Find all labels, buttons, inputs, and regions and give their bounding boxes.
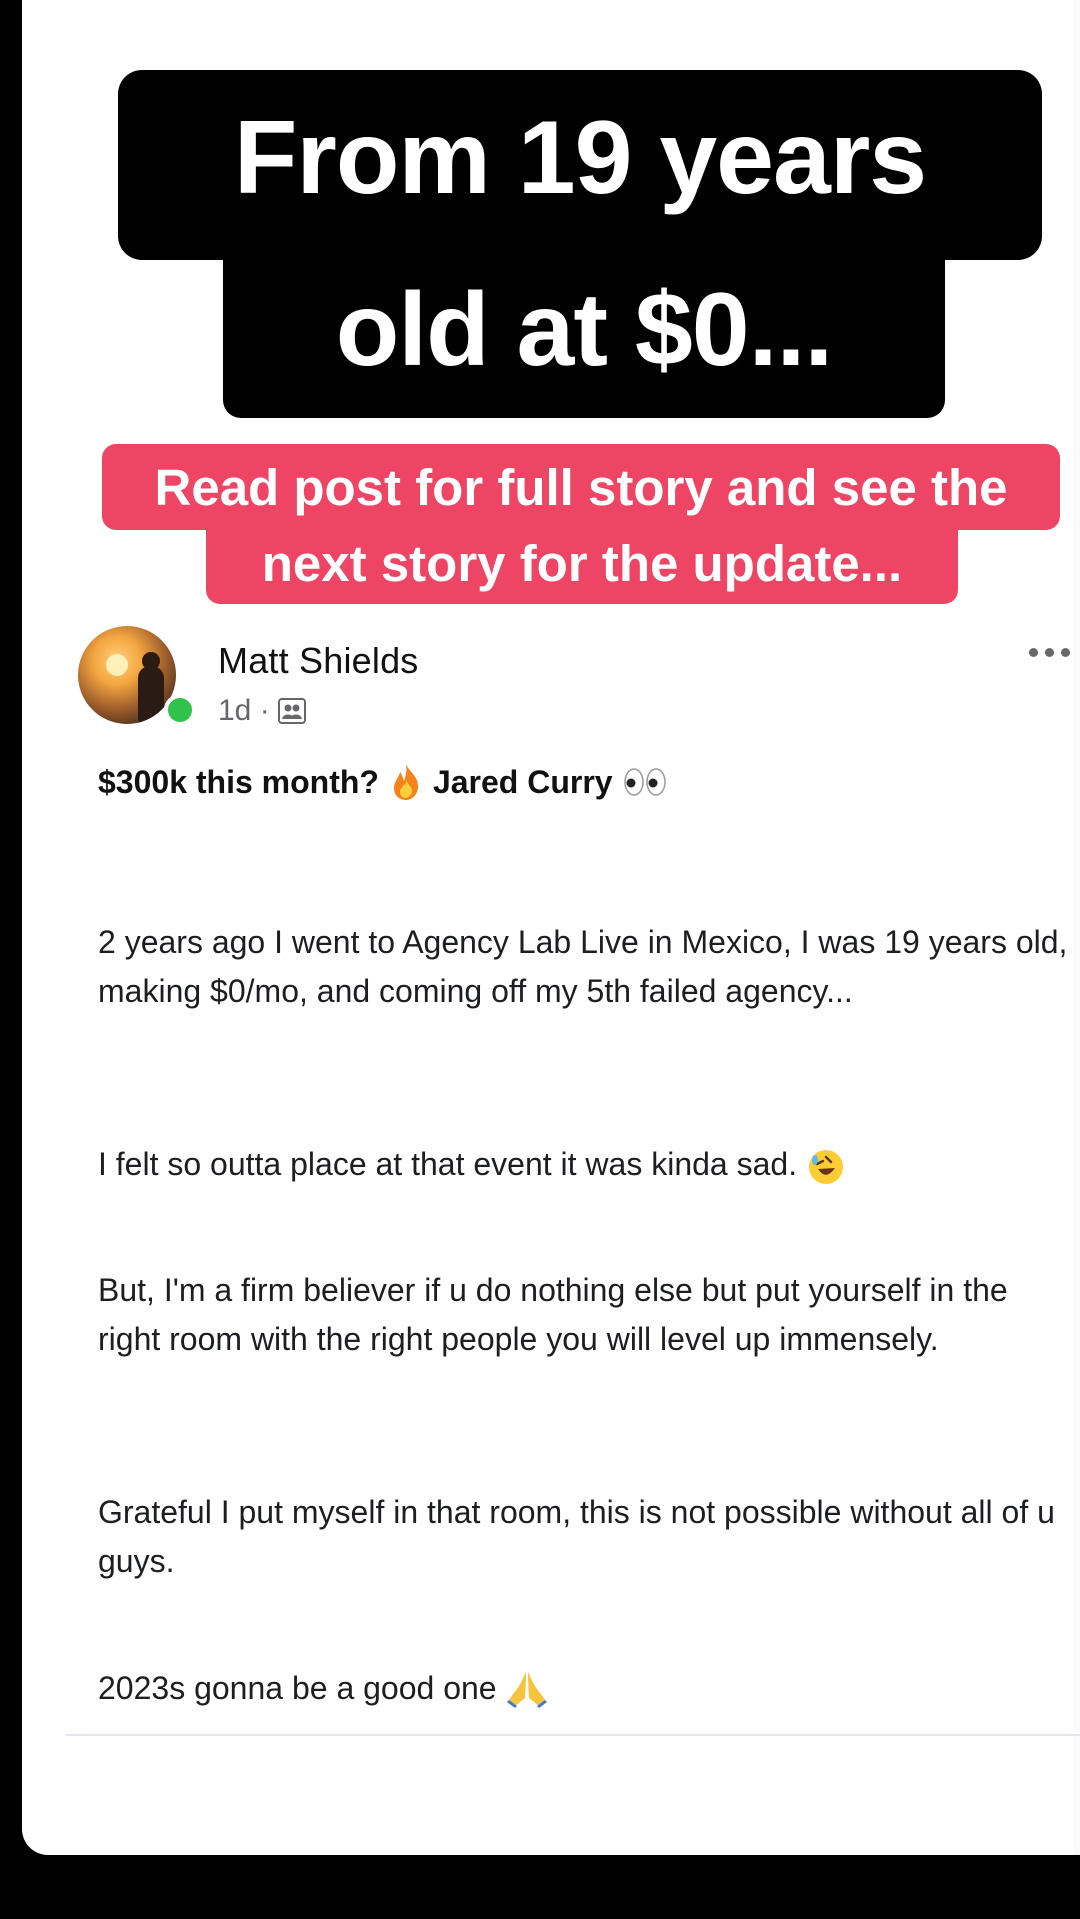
post-meta: 1d · bbox=[218, 694, 306, 728]
eyes-icon bbox=[623, 768, 666, 796]
subtitle-line-2: next story for the update... bbox=[206, 522, 958, 604]
praying-hands-icon bbox=[506, 1671, 547, 1708]
subtitle-line-1: Read post for full story and see the bbox=[102, 444, 1060, 530]
story-card: From 19 years old at $0... Read post for… bbox=[22, 0, 1080, 1855]
headline-line-1: From 19 years bbox=[118, 70, 1042, 260]
author-name[interactable]: Matt Shields bbox=[218, 640, 419, 682]
post-paragraph: Grateful I put myself in that room, this… bbox=[98, 1494, 1055, 1579]
post-paragraph: 2 years ago I went to Agency Lab Live in… bbox=[98, 924, 1068, 1009]
rolling-laughing-icon bbox=[808, 1149, 843, 1184]
post-time[interactable]: 1d · bbox=[218, 694, 270, 728]
more-options-icon[interactable] bbox=[1029, 648, 1070, 657]
post-title: $300k this month? Jared Curry bbox=[98, 762, 667, 802]
avatar[interactable] bbox=[78, 626, 176, 724]
post-paragraph: 2023s gonna be a good one bbox=[98, 1664, 1078, 1713]
post-paragraph: But, I'm a firm believer if u do nothing… bbox=[98, 1272, 1008, 1357]
headline-line-2: old at $0... bbox=[223, 250, 945, 418]
fire-icon bbox=[393, 764, 419, 800]
post-paragraph: I felt so outta place at that event it w… bbox=[98, 1140, 1078, 1189]
divider bbox=[66, 1734, 1080, 1736]
friends-icon bbox=[277, 698, 306, 724]
online-status-icon bbox=[164, 694, 196, 726]
